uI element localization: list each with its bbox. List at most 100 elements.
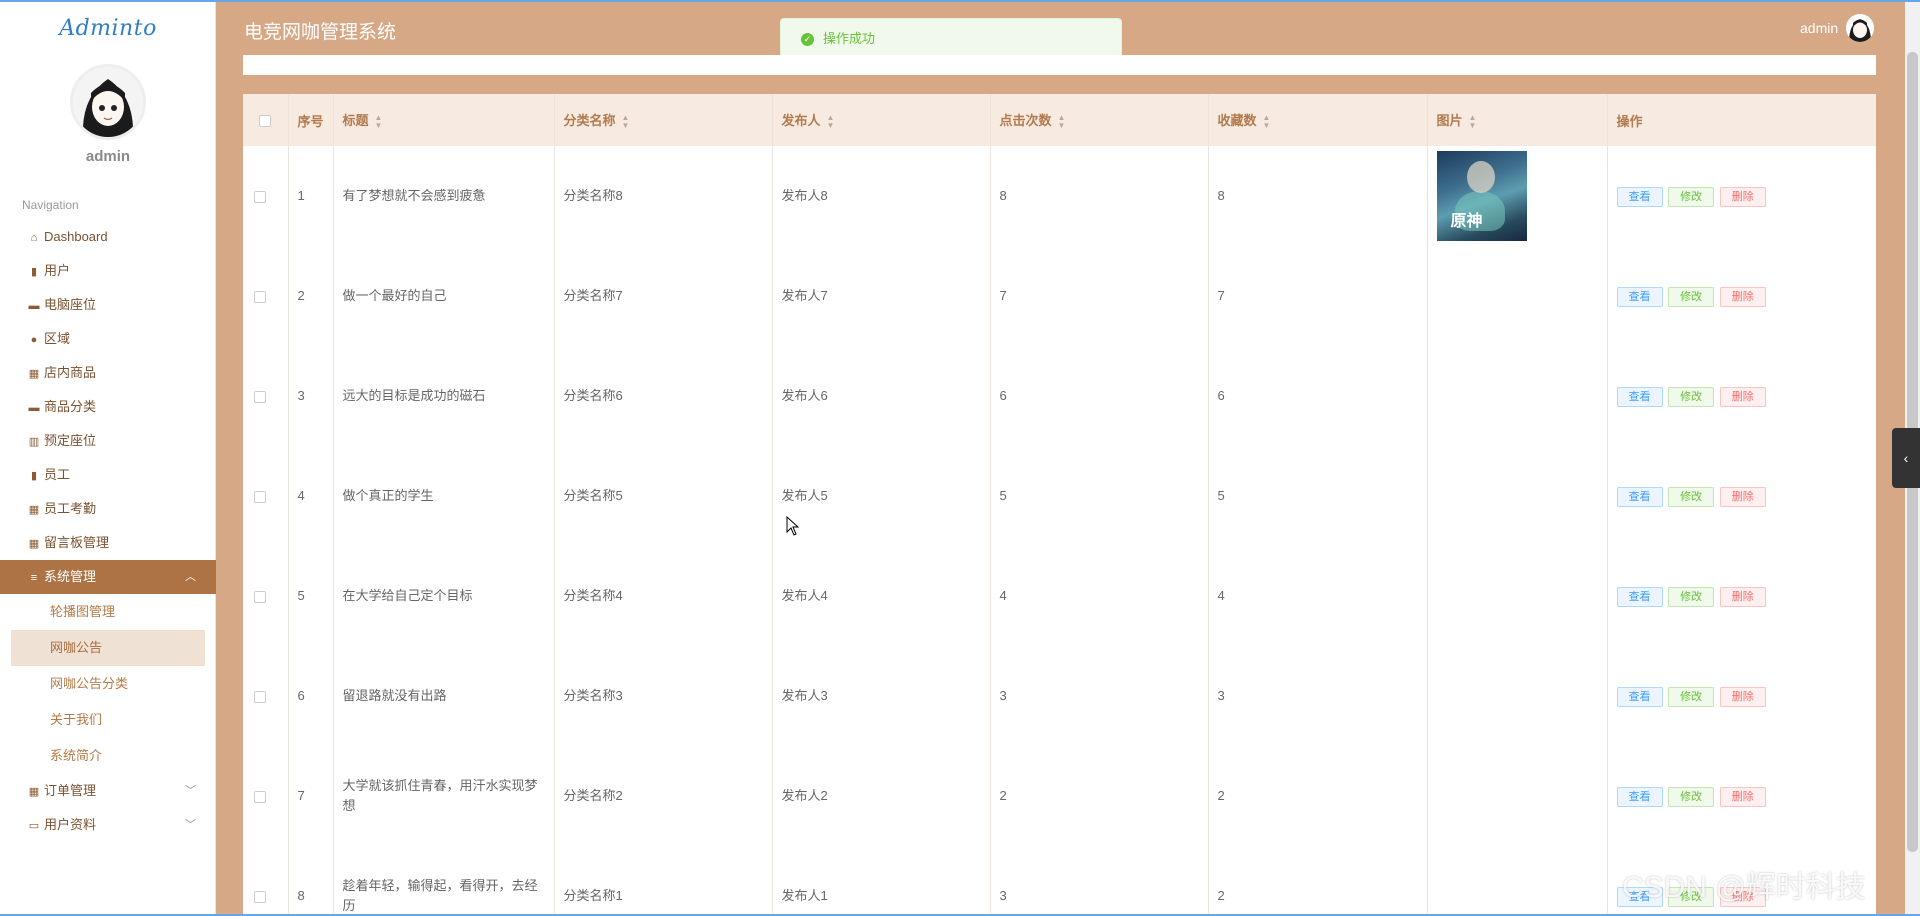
row-checkbox[interactable] xyxy=(254,890,267,903)
cell-publisher: 发布人4 xyxy=(772,546,991,646)
col-clicks[interactable]: 点击次数 ▲ ▼ xyxy=(990,94,1209,146)
sidebar-item-staff[interactable]: ▮ 员工 xyxy=(0,458,216,492)
row-checkbox-cell[interactable] xyxy=(243,446,289,546)
edit-button[interactable]: 修改 xyxy=(1668,786,1715,807)
sidebar-item-reserve-seat[interactable]: ▥ 预定座位 xyxy=(0,424,216,458)
row-checkbox-cell[interactable] xyxy=(243,646,289,746)
table-row: 6 留退路就没有出路 分类名称3 发布人3 3 3 查看 修改 删除 xyxy=(243,646,1876,746)
edit-button[interactable]: 修改 xyxy=(1668,586,1715,607)
sidebar-item-profile[interactable]: ▭ 用户资料 ﹀ xyxy=(0,808,216,842)
sidebar-item-product-category[interactable]: ▬ 商品分类 xyxy=(0,390,216,424)
sidebar: Adminto admin Navigation ⌂ Dashboard ▮ 用户 … xyxy=(0,2,216,914)
sort-icon[interactable]: ▲ ▼ xyxy=(1263,113,1271,130)
system-submenu: 轮播图管理 网咖公告 网咖公告分类 关于我们 系统简介 xyxy=(0,594,216,774)
grid-icon: ▦ xyxy=(28,368,40,380)
sidebar-item-seats[interactable]: ▬ 电脑座位 xyxy=(0,288,216,322)
delete-button[interactable]: 删除 xyxy=(1719,686,1766,707)
sidebar-item-message-board[interactable]: ▦ 留言板管理 xyxy=(0,526,216,560)
delete-button[interactable]: 删除 xyxy=(1719,786,1766,807)
edit-button[interactable]: 修改 xyxy=(1668,686,1715,707)
table-row: 4 做个真正的学生 分类名称5 发布人5 5 5 查看 修改 删除 xyxy=(243,446,1876,546)
sidebar-item-attendance[interactable]: ▦ 员工考勤 xyxy=(0,492,216,526)
cell-index: 2 xyxy=(288,246,334,346)
col-title[interactable]: 标题 ▲ ▼ xyxy=(333,94,555,146)
delete-button[interactable]: 删除 xyxy=(1719,486,1766,507)
delete-button[interactable]: 删除 xyxy=(1719,286,1766,307)
col-image[interactable]: 图片 ▲ ▼ xyxy=(1427,94,1608,146)
cell-category: 分类名称5 xyxy=(554,446,773,546)
sidebar-item-orders[interactable]: ▦ 订单管理 ﹀ xyxy=(0,774,216,808)
col-category[interactable]: 分类名称 ▲ ▼ xyxy=(554,94,773,146)
table-row: 1 有了梦想就不会感到疲惫 分类名称8 发布人8 8 8 原神 查看 修改 删除 xyxy=(243,146,1876,246)
cell-publisher: 发布人7 xyxy=(772,246,991,346)
submenu-item-intro[interactable]: 系统简介 xyxy=(0,738,216,774)
row-image[interactable]: 原神 xyxy=(1436,151,1527,241)
app-logo[interactable]: Adminto xyxy=(0,16,216,41)
view-button[interactable]: 查看 xyxy=(1616,686,1663,707)
table-row: 2 做一个最好的自己 分类名称7 发布人7 7 7 查看 修改 删除 xyxy=(243,246,1876,346)
cell-clicks: 3 xyxy=(990,646,1209,746)
sidebar-item-system[interactable]: ≡ 系统管理 ︿ xyxy=(0,560,216,594)
col-publisher[interactable]: 发布人 ▲ ▼ xyxy=(772,94,991,146)
submenu-item-carousel[interactable]: 轮播图管理 xyxy=(0,594,216,630)
view-button[interactable]: 查看 xyxy=(1616,786,1663,807)
sort-icon[interactable]: ▲ ▼ xyxy=(827,113,835,130)
col-favorites[interactable]: 收藏数 ▲ ▼ xyxy=(1208,94,1428,146)
view-button[interactable]: 查看 xyxy=(1616,286,1663,307)
select-all-checkbox[interactable] xyxy=(259,115,272,128)
edit-button[interactable]: 修改 xyxy=(1668,486,1715,507)
sort-icon[interactable]: ▲ ▼ xyxy=(375,113,383,130)
submenu-item-announcement-category[interactable]: 网咖公告分类 xyxy=(0,666,216,702)
submenu-item-about[interactable]: 关于我们 xyxy=(0,702,216,738)
cell-title: 做一个最好的自己 xyxy=(333,246,555,346)
cell-category: 分类名称4 xyxy=(554,546,773,646)
row-checkbox[interactable] xyxy=(254,490,267,503)
row-checkbox[interactable] xyxy=(254,190,267,203)
col-index: 序号 xyxy=(288,94,334,146)
view-button[interactable]: 查看 xyxy=(1616,486,1663,507)
header-username[interactable]: admin xyxy=(1800,20,1838,36)
row-checkbox-cell[interactable] xyxy=(243,846,289,916)
row-checkbox[interactable] xyxy=(254,790,267,803)
chevron-down-icon: ﹀ xyxy=(185,819,196,831)
row-checkbox-cell[interactable] xyxy=(243,546,289,646)
row-checkbox[interactable] xyxy=(254,290,267,303)
header-avatar[interactable] xyxy=(1846,14,1874,42)
cell-clicks: 7 xyxy=(990,246,1209,346)
cell-title: 做个真正的学生 xyxy=(333,446,555,546)
delete-button[interactable]: 删除 xyxy=(1719,186,1766,207)
row-checkbox-cell[interactable] xyxy=(243,146,289,246)
sidebar-item-products[interactable]: ▦ 店内商品 xyxy=(0,356,216,390)
delete-button[interactable]: 删除 xyxy=(1719,386,1766,407)
table-header-row: 序号 标题 ▲ ▼ 分类名称 ▲ ▼ 发布人 ▲ ▼ 点击次数 ▲ ▼ 收藏数 ▲ ▼ 图片 ▲ ▼ 操… xyxy=(243,94,1876,146)
row-checkbox[interactable] xyxy=(254,690,267,703)
sort-icon[interactable]: ▲ ▼ xyxy=(1469,113,1477,130)
edit-button[interactable]: 修改 xyxy=(1668,286,1715,307)
submenu-item-announcement[interactable]: 网咖公告 xyxy=(11,630,205,666)
cell-title: 有了梦想就不会感到疲惫 xyxy=(333,146,555,246)
sidebar-item-dashboard[interactable]: ⌂ Dashboard xyxy=(0,220,216,254)
nav-heading: Navigation xyxy=(22,198,79,212)
sidebar-avatar[interactable] xyxy=(70,64,146,140)
table-row: 3 远大的目标是成功的磁石 分类名称6 发布人6 6 6 查看 修改 删除 xyxy=(243,346,1876,446)
watermark: CSDN @辉时科技 xyxy=(1622,871,1866,904)
row-checkbox-cell[interactable] xyxy=(243,346,289,446)
view-button[interactable]: 查看 xyxy=(1616,186,1663,207)
cell-image xyxy=(1427,546,1608,646)
sidebar-item-users[interactable]: ▮ 用户 xyxy=(0,254,216,288)
delete-button[interactable]: 删除 xyxy=(1719,586,1766,607)
select-all-checkbox-cell[interactable] xyxy=(243,94,289,146)
view-button[interactable]: 查看 xyxy=(1616,386,1663,407)
row-checkbox[interactable] xyxy=(254,590,267,603)
chevron-left-icon[interactable]: ‹ xyxy=(1892,428,1920,488)
row-checkbox[interactable] xyxy=(254,390,267,403)
sort-icon[interactable]: ▲ ▼ xyxy=(1058,113,1066,130)
row-checkbox-cell[interactable] xyxy=(243,246,289,346)
edit-button[interactable]: 修改 xyxy=(1668,186,1715,207)
view-button[interactable]: 查看 xyxy=(1616,586,1663,607)
row-checkbox-cell[interactable] xyxy=(243,746,289,846)
edit-button[interactable]: 修改 xyxy=(1668,386,1715,407)
sidebar-item-area[interactable]: ● 区域 xyxy=(0,322,216,356)
data-table: 序号 标题 ▲ ▼ 分类名称 ▲ ▼ 发布人 ▲ ▼ 点击次数 ▲ ▼ 收藏数 ▲ ▼ 图片 ▲ ▼ 操… xyxy=(243,94,1876,916)
sort-icon[interactable]: ▲ ▼ xyxy=(622,113,630,130)
